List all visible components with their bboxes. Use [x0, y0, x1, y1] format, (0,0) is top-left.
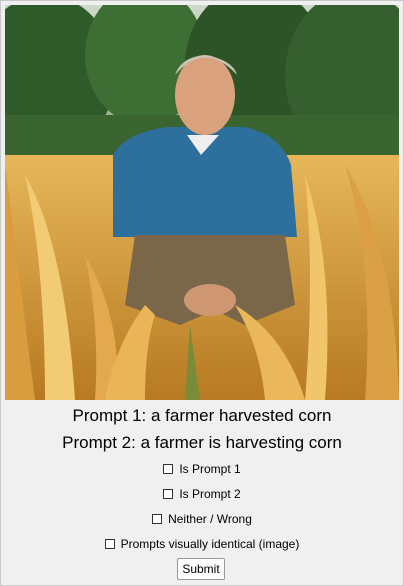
neither-wrong-checkbox[interactable] [152, 514, 163, 524]
is-prompt-2-label[interactable]: Is Prompt 2 [179, 487, 240, 501]
visually-identical-checkbox[interactable] [104, 539, 115, 549]
option-is-prompt-1[interactable]: Is Prompt 1 [1, 462, 403, 477]
option-is-prompt-2[interactable]: Is Prompt 2 [1, 487, 403, 502]
visually-identical-label[interactable]: Prompts visually identical (image) [121, 537, 300, 551]
is-prompt-1-label[interactable]: Is Prompt 1 [179, 462, 240, 476]
is-prompt-2-checkbox[interactable] [163, 489, 174, 499]
photo-image [5, 5, 399, 400]
option-neither-wrong[interactable]: Neither / Wrong [1, 512, 403, 527]
generated-image [5, 5, 399, 400]
submit-button[interactable]: Submit [177, 558, 225, 580]
app-window: Prompt 1: a farmer harvested corn Prompt… [0, 0, 404, 586]
neither-wrong-label[interactable]: Neither / Wrong [168, 512, 252, 526]
option-visually-identical[interactable]: Prompts visually identical (image) [1, 537, 403, 552]
prompt-1-text: Prompt 1: a farmer harvested corn [72, 406, 332, 425]
prompt-2-text: Prompt 2: a farmer is harvesting corn [62, 433, 342, 452]
is-prompt-1-checkbox[interactable] [163, 464, 174, 474]
